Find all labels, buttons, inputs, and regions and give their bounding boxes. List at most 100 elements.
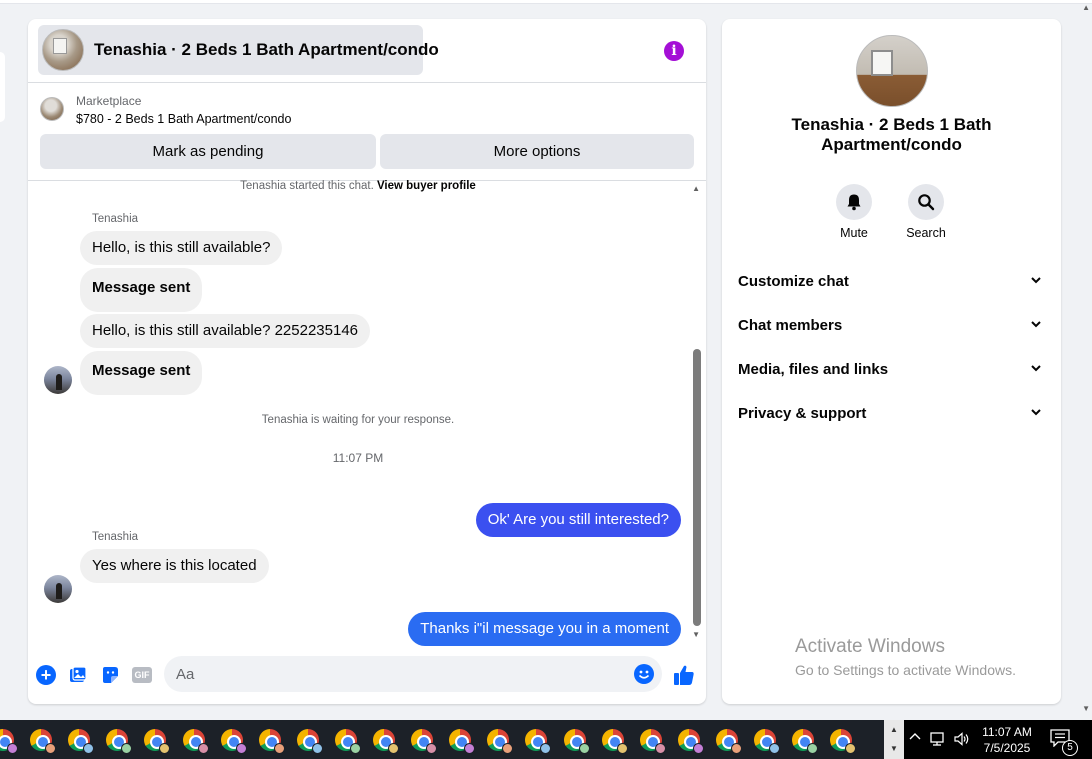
chat-info-panel: Tenashia · 2 Beds 1 Bath Apartment/condo… [722, 19, 1061, 704]
chrome-icon[interactable] [296, 729, 323, 754]
chat-started-note: Tenashia started this chat. View buyer p… [240, 180, 476, 192]
profile-badge [159, 743, 171, 754]
profile-badge [769, 743, 780, 754]
scroll-down-arrow[interactable]: ▼ [692, 630, 700, 639]
chevron-down-icon [1031, 321, 1041, 328]
profile-badge [692, 743, 704, 754]
chrome-icon[interactable] [182, 729, 209, 754]
scrollbar-thumb[interactable] [693, 349, 701, 626]
chrome-icon[interactable] [639, 729, 666, 754]
chrome-icon[interactable] [373, 729, 399, 754]
chrome-icon[interactable] [487, 729, 514, 754]
profile-badge [654, 743, 666, 754]
view-buyer-profile-link[interactable]: View buyer profile [377, 180, 476, 192]
like-icon[interactable] [672, 663, 696, 687]
profile-badge [197, 743, 209, 754]
chrome-icon[interactable] [30, 729, 57, 754]
chrome-icon[interactable] [601, 729, 628, 754]
message-bubble-incoming[interactable]: Message sent [80, 268, 203, 312]
profile-badge [578, 743, 590, 754]
info-icon[interactable]: i [664, 41, 684, 61]
section-chat-members[interactable]: Chat members [722, 303, 1061, 347]
windows-taskbar: ▲ ▼ 11:07 AM 7/5/2025 5 [0, 720, 1092, 759]
chrome-icon[interactable] [792, 729, 819, 754]
profile-badge [45, 743, 57, 754]
chat-title-button[interactable]: Tenashia · 2 Beds 1 Bath Apartment/condo [38, 25, 439, 75]
message-input-container[interactable] [164, 656, 662, 692]
timestamp: 11:07 PM [332, 451, 384, 465]
message-bubble-outgoing[interactable]: Ok' Are you still interested? [475, 503, 681, 537]
chrome-icon[interactable] [334, 729, 361, 754]
listing-avatar [42, 29, 84, 71]
profile-badge [83, 743, 95, 754]
mark-as-pending-button[interactable]: Mark as pending [40, 134, 376, 169]
message-bubble-incoming[interactable]: Hello, is this still available? 22522351… [80, 314, 371, 348]
scroll-up-arrow[interactable]: ▲ [692, 184, 700, 193]
listing-photo[interactable] [856, 35, 928, 107]
message-bubble-incoming[interactable]: Message sent [80, 351, 203, 395]
message-bubble-incoming[interactable]: Yes where is this located [80, 549, 269, 583]
taskbar-clock[interactable]: 11:07 AM 7/5/2025 [976, 724, 1038, 756]
more-options-button[interactable]: More options [380, 134, 694, 169]
profile-badge [7, 743, 18, 754]
taskbar-apps [0, 720, 884, 759]
chrome-icon[interactable] [144, 729, 171, 754]
message-list[interactable]: Tenashia started this chat. View buyer p… [28, 180, 706, 646]
info-title: Tenashia · 2 Beds 1 Bath Apartment/condo [791, 115, 992, 154]
chrome-icon[interactable] [258, 729, 285, 754]
gif-icon[interactable]: GIF [132, 667, 152, 683]
taskbar-scroll[interactable]: ▲ ▼ [884, 720, 904, 759]
top-edge [0, 0, 1092, 4]
left-panel-edge [0, 52, 5, 122]
chrome-icon[interactable] [525, 729, 552, 754]
plus-icon[interactable]: + [36, 665, 56, 685]
section-customize-chat[interactable]: Customize chat [722, 259, 1061, 303]
profile-badge [730, 743, 742, 754]
chevron-down-icon [1031, 409, 1041, 416]
message-input[interactable] [176, 656, 616, 692]
chrome-icon[interactable] [754, 729, 780, 754]
photo-icon[interactable] [68, 665, 88, 685]
chrome-icon[interactable] [449, 729, 476, 754]
page-scroll-down-arrow[interactable]: ▼ [1082, 704, 1090, 713]
section-privacy-support[interactable]: Privacy & support [722, 391, 1061, 435]
message-bubble-outgoing[interactable]: Thanks i"il message you in a moment [408, 612, 681, 646]
profile-badge [121, 743, 133, 754]
volume-icon[interactable] [953, 730, 971, 748]
composer: + GIF [28, 649, 706, 704]
listing-summary[interactable]: $780 - 2 Beds 1 Bath Apartment/condo [76, 112, 291, 126]
page-scroll-up-arrow[interactable]: ▲ [1082, 3, 1090, 12]
waiting-note: Tenashia is waiting for your response. [261, 414, 455, 426]
chat-title: Tenashia · 2 Beds 1 Bath Apartment/condo [94, 40, 439, 59]
chrome-icon[interactable] [106, 729, 133, 754]
chat-panel: Tenashia · 2 Beds 1 Bath Apartment/condo… [28, 19, 706, 704]
search-button[interactable]: Search [896, 184, 956, 240]
sender-avatar[interactable] [44, 575, 72, 603]
chrome-icon[interactable] [715, 729, 742, 754]
sender-avatar[interactable] [44, 366, 72, 394]
chrome-icon[interactable] [68, 729, 95, 754]
section-media-files-links[interactable]: Media, files and links [722, 347, 1061, 391]
network-icon[interactable] [929, 730, 947, 748]
bell-icon[interactable] [836, 184, 872, 220]
chevron-down-icon [1031, 365, 1041, 372]
chrome-icon[interactable] [411, 729, 438, 754]
chrome-icon[interactable] [677, 729, 704, 754]
chevron-up-icon[interactable] [906, 730, 924, 748]
search-icon[interactable] [908, 184, 944, 220]
chevron-down-icon [1031, 277, 1041, 284]
chrome-icon[interactable] [830, 729, 857, 754]
listing-thumbnail[interactable] [40, 97, 64, 121]
message-bubble-incoming[interactable]: Hello, is this still available? [80, 231, 283, 265]
chrome-icon[interactable] [220, 729, 247, 754]
marketplace-bar: Marketplace $780 - 2 Beds 1 Bath Apartme… [28, 83, 706, 181]
profile-badge [616, 743, 628, 754]
mute-button[interactable]: Mute [824, 184, 884, 240]
emoji-icon[interactable] [634, 664, 654, 684]
chrome-icon[interactable] [0, 729, 18, 754]
profile-badge [349, 743, 361, 754]
chrome-icon[interactable] [563, 729, 590, 754]
activate-windows-watermark: Activate Windows Go to Settings to activ… [795, 636, 1016, 678]
sticker-icon[interactable] [100, 665, 120, 685]
chat-header: Tenashia · 2 Beds 1 Bath Apartment/condo… [28, 19, 706, 83]
